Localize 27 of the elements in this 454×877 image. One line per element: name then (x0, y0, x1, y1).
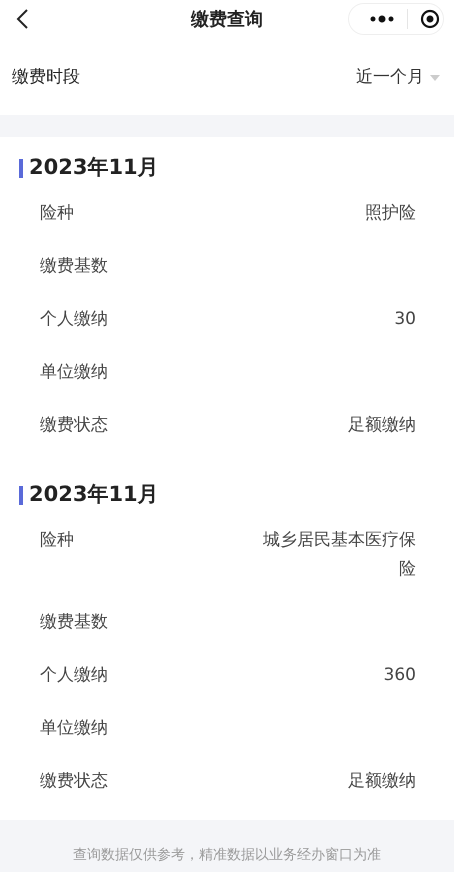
section-marker (19, 158, 23, 178)
close-icon[interactable] (420, 9, 440, 29)
field-label: 单位缴纳 (40, 717, 108, 740)
filter-label: 缴费时段 (12, 66, 80, 89)
field-value: 城乡居民基本医疗保险 (262, 529, 416, 581)
period-dropdown[interactable]: 近一个月 (356, 64, 440, 90)
field-value: 30 (394, 308, 416, 331)
field-label: 个人缴纳 (40, 308, 108, 331)
field-label: 单位缴纳 (40, 361, 108, 384)
disclaimer-text: 查询数据仅供参考，精准数据以业务经办窗口为准 (73, 846, 381, 865)
page-title: 缴费查询 (190, 8, 264, 32)
field-label: 险种 (40, 202, 74, 225)
caret-icon (430, 74, 440, 80)
field-label: 缴费基数 (40, 611, 108, 634)
field-value: 照护险 (365, 202, 416, 225)
section-title: 2023年11月 (29, 154, 159, 182)
field-value: 足额缴纳 (348, 770, 416, 793)
section-title: 2023年11月 (29, 481, 159, 508)
field-label: 缴费状态 (40, 770, 108, 793)
field-label: 缴费基数 (40, 255, 108, 278)
section-marker (19, 486, 23, 504)
field-label: 个人缴纳 (40, 664, 108, 687)
field-label: 险种 (40, 529, 74, 552)
field-label: 缴费状态 (40, 414, 108, 437)
more-icon[interactable] (369, 15, 395, 23)
field-value: 足额缴纳 (348, 414, 416, 437)
field-value: 360 (384, 664, 416, 687)
